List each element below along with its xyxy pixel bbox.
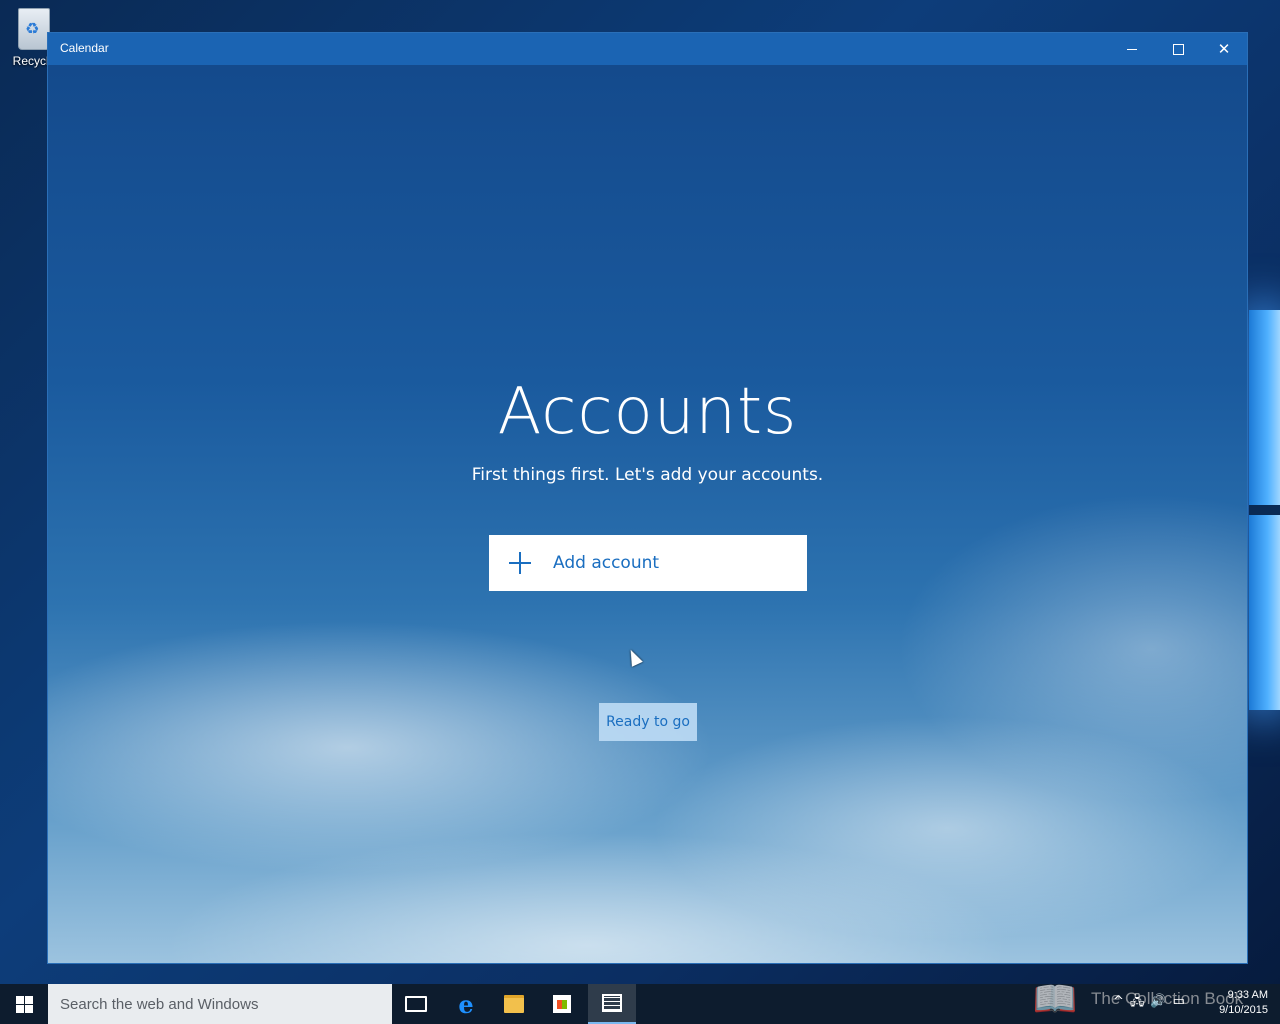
maximize-button[interactable] <box>1155 33 1201 65</box>
desktop-wallpaper-logo <box>1249 310 1280 710</box>
book-watermark-icon: 📖 <box>1032 979 1078 1020</box>
store-button[interactable] <box>538 984 586 1024</box>
page-title: Accounts <box>497 375 798 449</box>
page-subtitle: First things first. Let's add your accou… <box>471 465 824 485</box>
minimize-button[interactable] <box>1109 33 1155 65</box>
calendar-taskbar-button[interactable] <box>588 984 636 1024</box>
network-icon[interactable]: 🖧 <box>1130 994 1151 1009</box>
close-icon: ✕ <box>1217 39 1231 58</box>
clock-time: 9:33 AM <box>1227 989 1268 1001</box>
show-hidden-icons-icon[interactable]: ^ <box>1113 994 1130 1009</box>
action-center-icon[interactable]: ▭ <box>1173 994 1191 1009</box>
search-box[interactable]: Search the web and Windows <box>48 984 392 1024</box>
volume-icon[interactable]: 🔊 <box>1150 994 1172 1009</box>
calendar-icon <box>602 994 622 1012</box>
edge-button[interactable]: e <box>442 984 490 1024</box>
windows-logo-icon <box>15 995 33 1013</box>
task-view-button[interactable] <box>392 984 440 1024</box>
system-tray[interactable]: ^🖧🔊▭ <box>1113 992 1191 1014</box>
task-view-icon <box>405 996 427 1012</box>
window-title: Calendar <box>60 41 109 55</box>
clock-date: 9/10/2015 <box>1219 1004 1268 1016</box>
file-explorer-button[interactable] <box>490 984 538 1024</box>
add-account-label: Add account <box>553 553 660 573</box>
ready-to-go-tooltip: Ready to go <box>599 703 697 741</box>
recycle-bin-icon <box>18 8 50 50</box>
minimize-icon <box>1127 48 1137 50</box>
maximize-icon <box>1172 43 1184 55</box>
start-button[interactable] <box>0 984 48 1024</box>
plus-icon <box>509 552 531 574</box>
close-button[interactable]: ✕ <box>1201 33 1247 65</box>
search-placeholder: Search the web and Windows <box>60 995 259 1013</box>
file-explorer-icon <box>504 995 524 1013</box>
store-icon <box>553 995 571 1013</box>
title-bar[interactable]: Calendar ✕ <box>48 33 1247 65</box>
edge-icon: e <box>458 989 474 1019</box>
clock[interactable]: 9:33 AM 9/10/2015 <box>1208 988 1268 1018</box>
calendar-window: Calendar ✕ Accounts First things first. … <box>47 32 1248 964</box>
add-account-button[interactable]: Add account <box>489 535 807 591</box>
taskbar: Search the web and Windows e <box>0 984 1280 1024</box>
accounts-page: Accounts First things first. Let's add y… <box>48 65 1247 963</box>
